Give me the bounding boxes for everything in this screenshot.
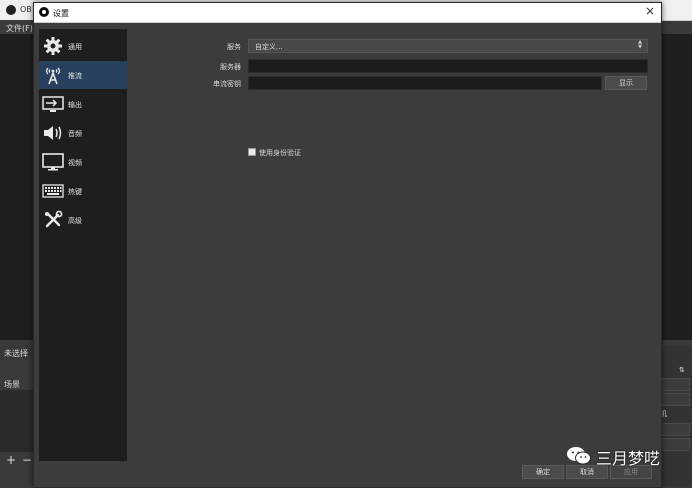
dock-sort-icon[interactable]: ⇅ bbox=[679, 366, 685, 374]
use-authentication-checkbox[interactable] bbox=[248, 148, 256, 156]
sidebar-item-label: 通用 bbox=[68, 43, 82, 51]
obs-logo-icon bbox=[6, 5, 16, 15]
controls-dock-row[interactable] bbox=[660, 378, 690, 391]
sidebar-item-label: 推流 bbox=[68, 72, 82, 80]
gear-icon bbox=[42, 36, 64, 56]
monitor-icon bbox=[42, 152, 64, 172]
settings-sidebar: 通用 推流 输出 音频 视频 热键 高级 bbox=[39, 29, 127, 461]
scenes-dock-title: 场景 bbox=[4, 380, 20, 389]
select-updown-icon: ▲ ▼ bbox=[638, 39, 642, 50]
speaker-icon bbox=[42, 123, 64, 143]
wechat-icon bbox=[566, 446, 592, 468]
sidebar-item-label: 音频 bbox=[68, 130, 82, 138]
keyboard-icon bbox=[42, 181, 64, 201]
controls-dock-row[interactable] bbox=[660, 423, 690, 436]
sidebar-item-label: 输出 bbox=[68, 101, 82, 109]
sidebar-item-stream[interactable]: 推流 bbox=[39, 61, 127, 89]
stream-key-input[interactable] bbox=[248, 76, 602, 90]
sidebar-item-general[interactable]: 通用 bbox=[39, 32, 127, 60]
no-source-selected-label: 未选择 bbox=[4, 349, 28, 358]
controls-dock-row[interactable] bbox=[660, 393, 690, 406]
dialog-title-bar: 设置 × bbox=[34, 3, 661, 23]
sidebar-item-label: 视频 bbox=[68, 159, 82, 167]
obs-logo-icon bbox=[39, 7, 49, 17]
main-window-title: OB bbox=[20, 5, 32, 14]
remove-scene-button[interactable]: − bbox=[22, 453, 32, 467]
watermark-text: 三月梦呓 bbox=[596, 449, 661, 468]
server-input[interactable] bbox=[248, 59, 648, 73]
close-button[interactable]: × bbox=[645, 4, 655, 18]
broadcast-antenna-icon bbox=[42, 65, 64, 85]
use-authentication-label: 使用身份验证 bbox=[259, 149, 301, 157]
sidebar-item-advanced[interactable]: 高级 bbox=[39, 206, 127, 234]
sidebar-item-video[interactable]: 视频 bbox=[39, 148, 127, 176]
output-icon bbox=[42, 94, 64, 114]
service-select[interactable]: 自定义... ▲ ▼ bbox=[248, 39, 648, 53]
sidebar-item-output[interactable]: 输出 bbox=[39, 90, 127, 118]
sidebar-item-hotkeys[interactable]: 热键 bbox=[39, 177, 127, 205]
service-label: 服务 bbox=[227, 43, 241, 51]
server-label: 服务器 bbox=[220, 63, 241, 71]
sidebar-item-label: 高级 bbox=[68, 217, 82, 225]
stream-key-label: 串流密钥 bbox=[213, 80, 241, 88]
sidebar-item-audio[interactable]: 音频 bbox=[39, 119, 127, 147]
menu-file[interactable]: 文件(F) bbox=[6, 23, 33, 34]
watermark: 三月梦呓 bbox=[566, 443, 686, 469]
dialog-title: 设置 bbox=[53, 9, 69, 18]
show-key-button[interactable]: 显示 bbox=[605, 76, 647, 90]
settings-dialog: 设置 × 通用 推流 输出 音频 视频 热键 高级 服务 自定义... ▲ ▼ … bbox=[33, 2, 662, 488]
service-selected-value: 自定义... bbox=[255, 43, 283, 51]
add-scene-button[interactable]: + bbox=[6, 453, 16, 467]
ok-button[interactable]: 确定 bbox=[522, 465, 564, 479]
tools-icon bbox=[42, 210, 64, 230]
sidebar-item-label: 热键 bbox=[68, 188, 82, 196]
